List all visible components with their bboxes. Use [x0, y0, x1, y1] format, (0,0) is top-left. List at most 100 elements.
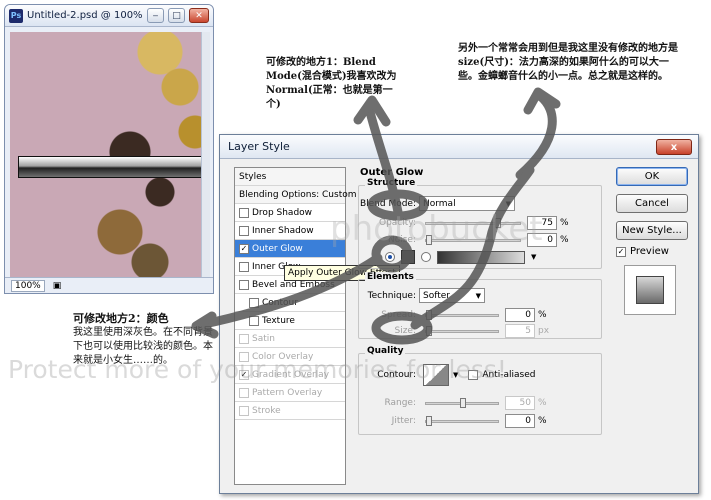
- vertical-scrollbar[interactable]: [201, 32, 210, 280]
- maximize-button[interactable]: □: [168, 8, 185, 23]
- minimize-button[interactable]: ‒: [147, 8, 164, 23]
- style-checkbox[interactable]: [249, 297, 259, 308]
- style-item-contour[interactable]: Contour: [235, 294, 345, 312]
- noise-slider-thumb[interactable]: [426, 234, 432, 245]
- size-unit: px: [538, 326, 550, 336]
- style-item-label: Color Overlay: [252, 351, 314, 362]
- blend-mode-label: Blend Mode:: [359, 198, 416, 209]
- gradient-radio[interactable]: [421, 252, 431, 262]
- opacity-slider-thumb[interactable]: [495, 217, 501, 228]
- contour-picker[interactable]: [423, 364, 449, 386]
- style-checkbox[interactable]: [239, 333, 249, 344]
- style-item-label: Gradient Overlay: [252, 369, 330, 380]
- range-slider-thumb[interactable]: [460, 397, 466, 408]
- new-style-button[interactable]: New Style...: [616, 221, 688, 240]
- technique-value: Softer: [423, 290, 450, 301]
- cancel-button[interactable]: Cancel: [616, 194, 688, 213]
- style-item-satin[interactable]: Satin: [235, 330, 345, 348]
- styles-list: Styles Blending Options: Custom Drop Shado…: [234, 167, 357, 485]
- document-canvas[interactable]: [10, 32, 205, 280]
- style-item-label: Inner Shadow: [252, 225, 314, 236]
- size-slider-thumb[interactable]: [426, 325, 432, 336]
- range-input[interactable]: 50: [505, 396, 535, 410]
- style-checkbox[interactable]: [239, 207, 249, 218]
- opacity-slider[interactable]: [425, 217, 521, 228]
- document-status-bar: 100% ▣: [5, 277, 213, 293]
- ok-button[interactable]: OK: [616, 167, 688, 186]
- style-item-blending-options-custom[interactable]: Blending Options: Custom: [235, 186, 357, 204]
- chevron-down-icon: ▼: [475, 291, 481, 300]
- status-info-icon[interactable]: ▣: [53, 281, 62, 291]
- technique-select[interactable]: Softer ▼: [419, 288, 485, 303]
- document-window: Ps Untitled-2.psd @ 100% (... ‒ □ ✕ 100%…: [4, 4, 214, 294]
- style-checkbox[interactable]: [239, 261, 249, 272]
- style-checkbox[interactable]: [249, 315, 259, 326]
- dialog-title: Layer Style: [228, 140, 290, 153]
- opacity-label: Opacity:: [379, 218, 416, 228]
- style-checkbox[interactable]: ✓: [239, 369, 249, 380]
- style-checkbox[interactable]: [239, 387, 249, 398]
- spread-slider-thumb[interactable]: [426, 309, 432, 320]
- style-item-pattern-overlay[interactable]: Pattern Overlay: [235, 384, 345, 402]
- style-checkbox[interactable]: ✓: [239, 243, 249, 254]
- style-item-color-overlay[interactable]: Color Overlay: [235, 348, 345, 366]
- elements-group: Elements Technique: Softer ▼ Spread: 0 %…: [358, 272, 602, 339]
- opacity-unit: %: [560, 218, 569, 228]
- preview-label: Preview: [630, 246, 669, 257]
- size-label: Size:: [394, 326, 416, 336]
- quality-title: Quality: [365, 346, 406, 356]
- annotation-color-body: 我这里使用深灰色。在不同背景下也可以使用比较浅的颜色。本来就是小女生……的。: [73, 327, 213, 366]
- style-item-outer-glow[interactable]: ✓ Outer Glow: [235, 240, 345, 258]
- range-slider[interactable]: [425, 397, 499, 408]
- blend-mode-select[interactable]: Normal ▼: [419, 196, 515, 211]
- jitter-label: Jitter:: [391, 416, 416, 426]
- layer-style-dialog: Layer Style x Styles Blending Options: Cu…: [219, 134, 699, 494]
- annotation-color-heading: 可修改地方2：颜色: [73, 312, 169, 325]
- preview-checkbox[interactable]: ✓: [616, 246, 626, 257]
- style-item-label: Stroke: [252, 405, 281, 416]
- jitter-slider-thumb[interactable]: [426, 415, 432, 426]
- structure-group: Structure Blend Mode: Normal ▼ Opacity: …: [358, 178, 602, 269]
- style-checkbox[interactable]: [239, 279, 249, 290]
- style-item-stroke[interactable]: Stroke: [235, 402, 345, 420]
- style-item-inner-shadow[interactable]: Inner Shadow: [235, 222, 345, 240]
- close-window-button[interactable]: ✕: [189, 8, 209, 23]
- zoom-field[interactable]: 100%: [11, 279, 45, 292]
- style-item-label: Drop Shadow: [252, 207, 313, 218]
- spread-input[interactable]: 0: [505, 308, 535, 322]
- chevron-down-icon[interactable]: ▼: [453, 371, 458, 379]
- glow-gradient-picker[interactable]: [437, 250, 525, 264]
- arrow-head-note-2: [523, 87, 561, 115]
- style-checkbox[interactable]: [239, 405, 249, 416]
- style-item-styles[interactable]: Styles: [235, 168, 345, 186]
- spread-slider[interactable]: [425, 309, 499, 320]
- noise-slider[interactable]: [425, 234, 521, 245]
- style-item-drop-shadow[interactable]: Drop Shadow: [235, 204, 345, 222]
- style-item-label: Bevel and Emboss: [252, 279, 335, 290]
- glow-color-swatch[interactable]: [401, 250, 415, 264]
- style-checkbox[interactable]: [239, 351, 249, 362]
- document-title: Untitled-2.psd @ 100% (...: [27, 10, 143, 21]
- document-titlebar[interactable]: Ps Untitled-2.psd @ 100% (... ‒ □ ✕: [5, 5, 213, 27]
- style-checkbox[interactable]: [239, 225, 249, 236]
- size-input[interactable]: 5: [505, 324, 535, 338]
- preview-row: ✓ Preview: [616, 246, 688, 257]
- jitter-slider[interactable]: [425, 415, 499, 426]
- opacity-input[interactable]: 75: [527, 216, 557, 230]
- range-label: Range:: [384, 398, 416, 408]
- noise-input[interactable]: 0: [527, 233, 557, 247]
- jitter-unit: %: [538, 416, 547, 426]
- style-item-gradient-overlay[interactable]: ✓ Gradient Overlay: [235, 366, 345, 384]
- technique-label: Technique:: [367, 290, 416, 301]
- dialog-close-button[interactable]: x: [656, 139, 692, 155]
- style-item-texture[interactable]: Texture: [235, 312, 345, 330]
- spread-unit: %: [538, 310, 547, 320]
- jitter-input[interactable]: 0: [505, 414, 535, 428]
- annotation-blend-mode: 可修改的地方1：Blend Mode(混合模式)我喜欢改为Normal(正常：也…: [266, 57, 397, 110]
- chevron-down-icon[interactable]: ▼: [531, 253, 536, 261]
- solid-color-radio[interactable]: [385, 252, 395, 262]
- anti-aliased-checkbox[interactable]: [468, 370, 479, 380]
- dialog-titlebar[interactable]: Layer Style: [220, 135, 698, 159]
- style-item-label: Blending Options: Custom: [239, 189, 357, 200]
- size-slider[interactable]: [425, 325, 499, 336]
